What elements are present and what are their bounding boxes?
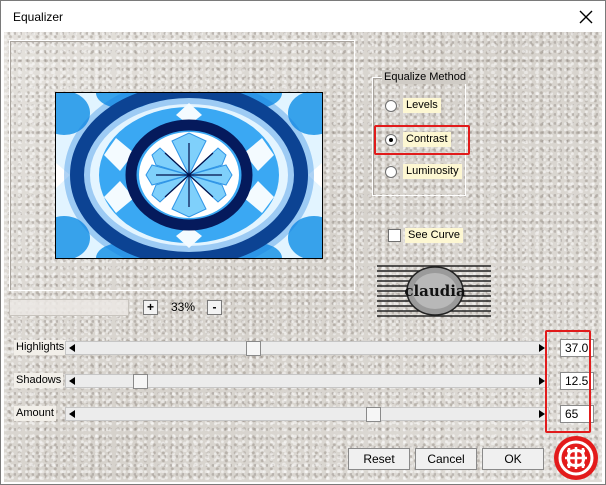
dialog-body: + 33% - Equalize Method Levels Contrast …	[4, 32, 602, 482]
close-button[interactable]	[575, 6, 597, 28]
amount-thumb[interactable]	[366, 407, 381, 422]
zoom-level: 33%	[170, 300, 196, 314]
cancel-button[interactable]: Cancel	[415, 448, 477, 470]
amount-track[interactable]	[65, 407, 549, 422]
highlights-thumb[interactable]	[246, 341, 261, 356]
claudia-logo: claudia	[377, 264, 491, 319]
slider-amount: Amount 65	[11, 404, 601, 424]
right-arrow-icon	[539, 377, 545, 385]
slider-shadows: Shadows 12.5	[11, 371, 601, 391]
title-bar: Equalizer	[1, 1, 605, 32]
amount-value[interactable]: 65	[560, 405, 594, 423]
radio-contrast-label: Contrast	[403, 132, 451, 147]
ok-button[interactable]: OK	[482, 448, 544, 470]
radio-levels-label: Levels	[403, 98, 441, 113]
preview-image[interactable]	[55, 92, 323, 259]
shadows-thumb[interactable]	[133, 374, 148, 389]
checkbox-icon[interactable]	[388, 229, 401, 242]
claudia-logo-text: claudia	[404, 282, 466, 300]
preview-panel	[9, 40, 355, 291]
highlights-increase[interactable]	[536, 342, 548, 354]
left-arrow-icon	[69, 344, 75, 352]
window-title: Equalizer	[13, 10, 64, 24]
preview-kaleidoscope	[56, 93, 322, 258]
right-arrow-icon	[539, 344, 545, 352]
radio-luminosity-label: Luminosity	[403, 164, 462, 179]
see-curve-checkbox[interactable]: See Curve	[388, 228, 463, 243]
left-arrow-icon	[69, 377, 75, 385]
radio-button-icon[interactable]	[385, 165, 397, 178]
equalizer-dialog: Equalizer + 33% - Equalize Method Levels…	[0, 0, 606, 485]
shadows-label: Shadows	[14, 373, 64, 388]
see-curve-label: See Curve	[405, 228, 463, 243]
radio-luminosity[interactable]: Luminosity	[385, 163, 462, 180]
shadows-track[interactable]	[65, 374, 549, 389]
claudia-logo-image: claudia	[377, 265, 491, 317]
radio-button-icon[interactable]	[385, 99, 397, 112]
equalize-method-legend: Equalize Method	[382, 70, 468, 84]
radio-contrast[interactable]: Contrast	[385, 131, 451, 148]
lifebuoy-icon	[554, 436, 598, 480]
radio-button-icon[interactable]	[385, 133, 397, 146]
shadows-value[interactable]: 12.5	[560, 372, 594, 390]
radio-levels[interactable]: Levels	[385, 97, 441, 114]
close-icon	[579, 10, 593, 24]
amount-label: Amount	[14, 406, 56, 421]
right-arrow-icon	[539, 410, 545, 418]
amount-increase[interactable]	[536, 408, 548, 420]
zoom-out-button[interactable]: -	[207, 300, 222, 315]
zoom-in-button[interactable]: +	[143, 300, 158, 315]
shadows-increase[interactable]	[536, 375, 548, 387]
highlights-track[interactable]	[65, 341, 549, 356]
shadows-decrease[interactable]	[66, 375, 78, 387]
zoom-bar	[9, 299, 129, 316]
help-button[interactable]	[553, 435, 599, 481]
left-arrow-icon	[69, 410, 75, 418]
highlights-label: Highlights	[14, 340, 67, 355]
reset-button[interactable]: Reset	[348, 448, 410, 470]
highlights-decrease[interactable]	[66, 342, 78, 354]
slider-highlights: Highlights 37.0	[11, 338, 601, 358]
highlights-value[interactable]: 37.0	[560, 339, 594, 357]
amount-decrease[interactable]	[66, 408, 78, 420]
